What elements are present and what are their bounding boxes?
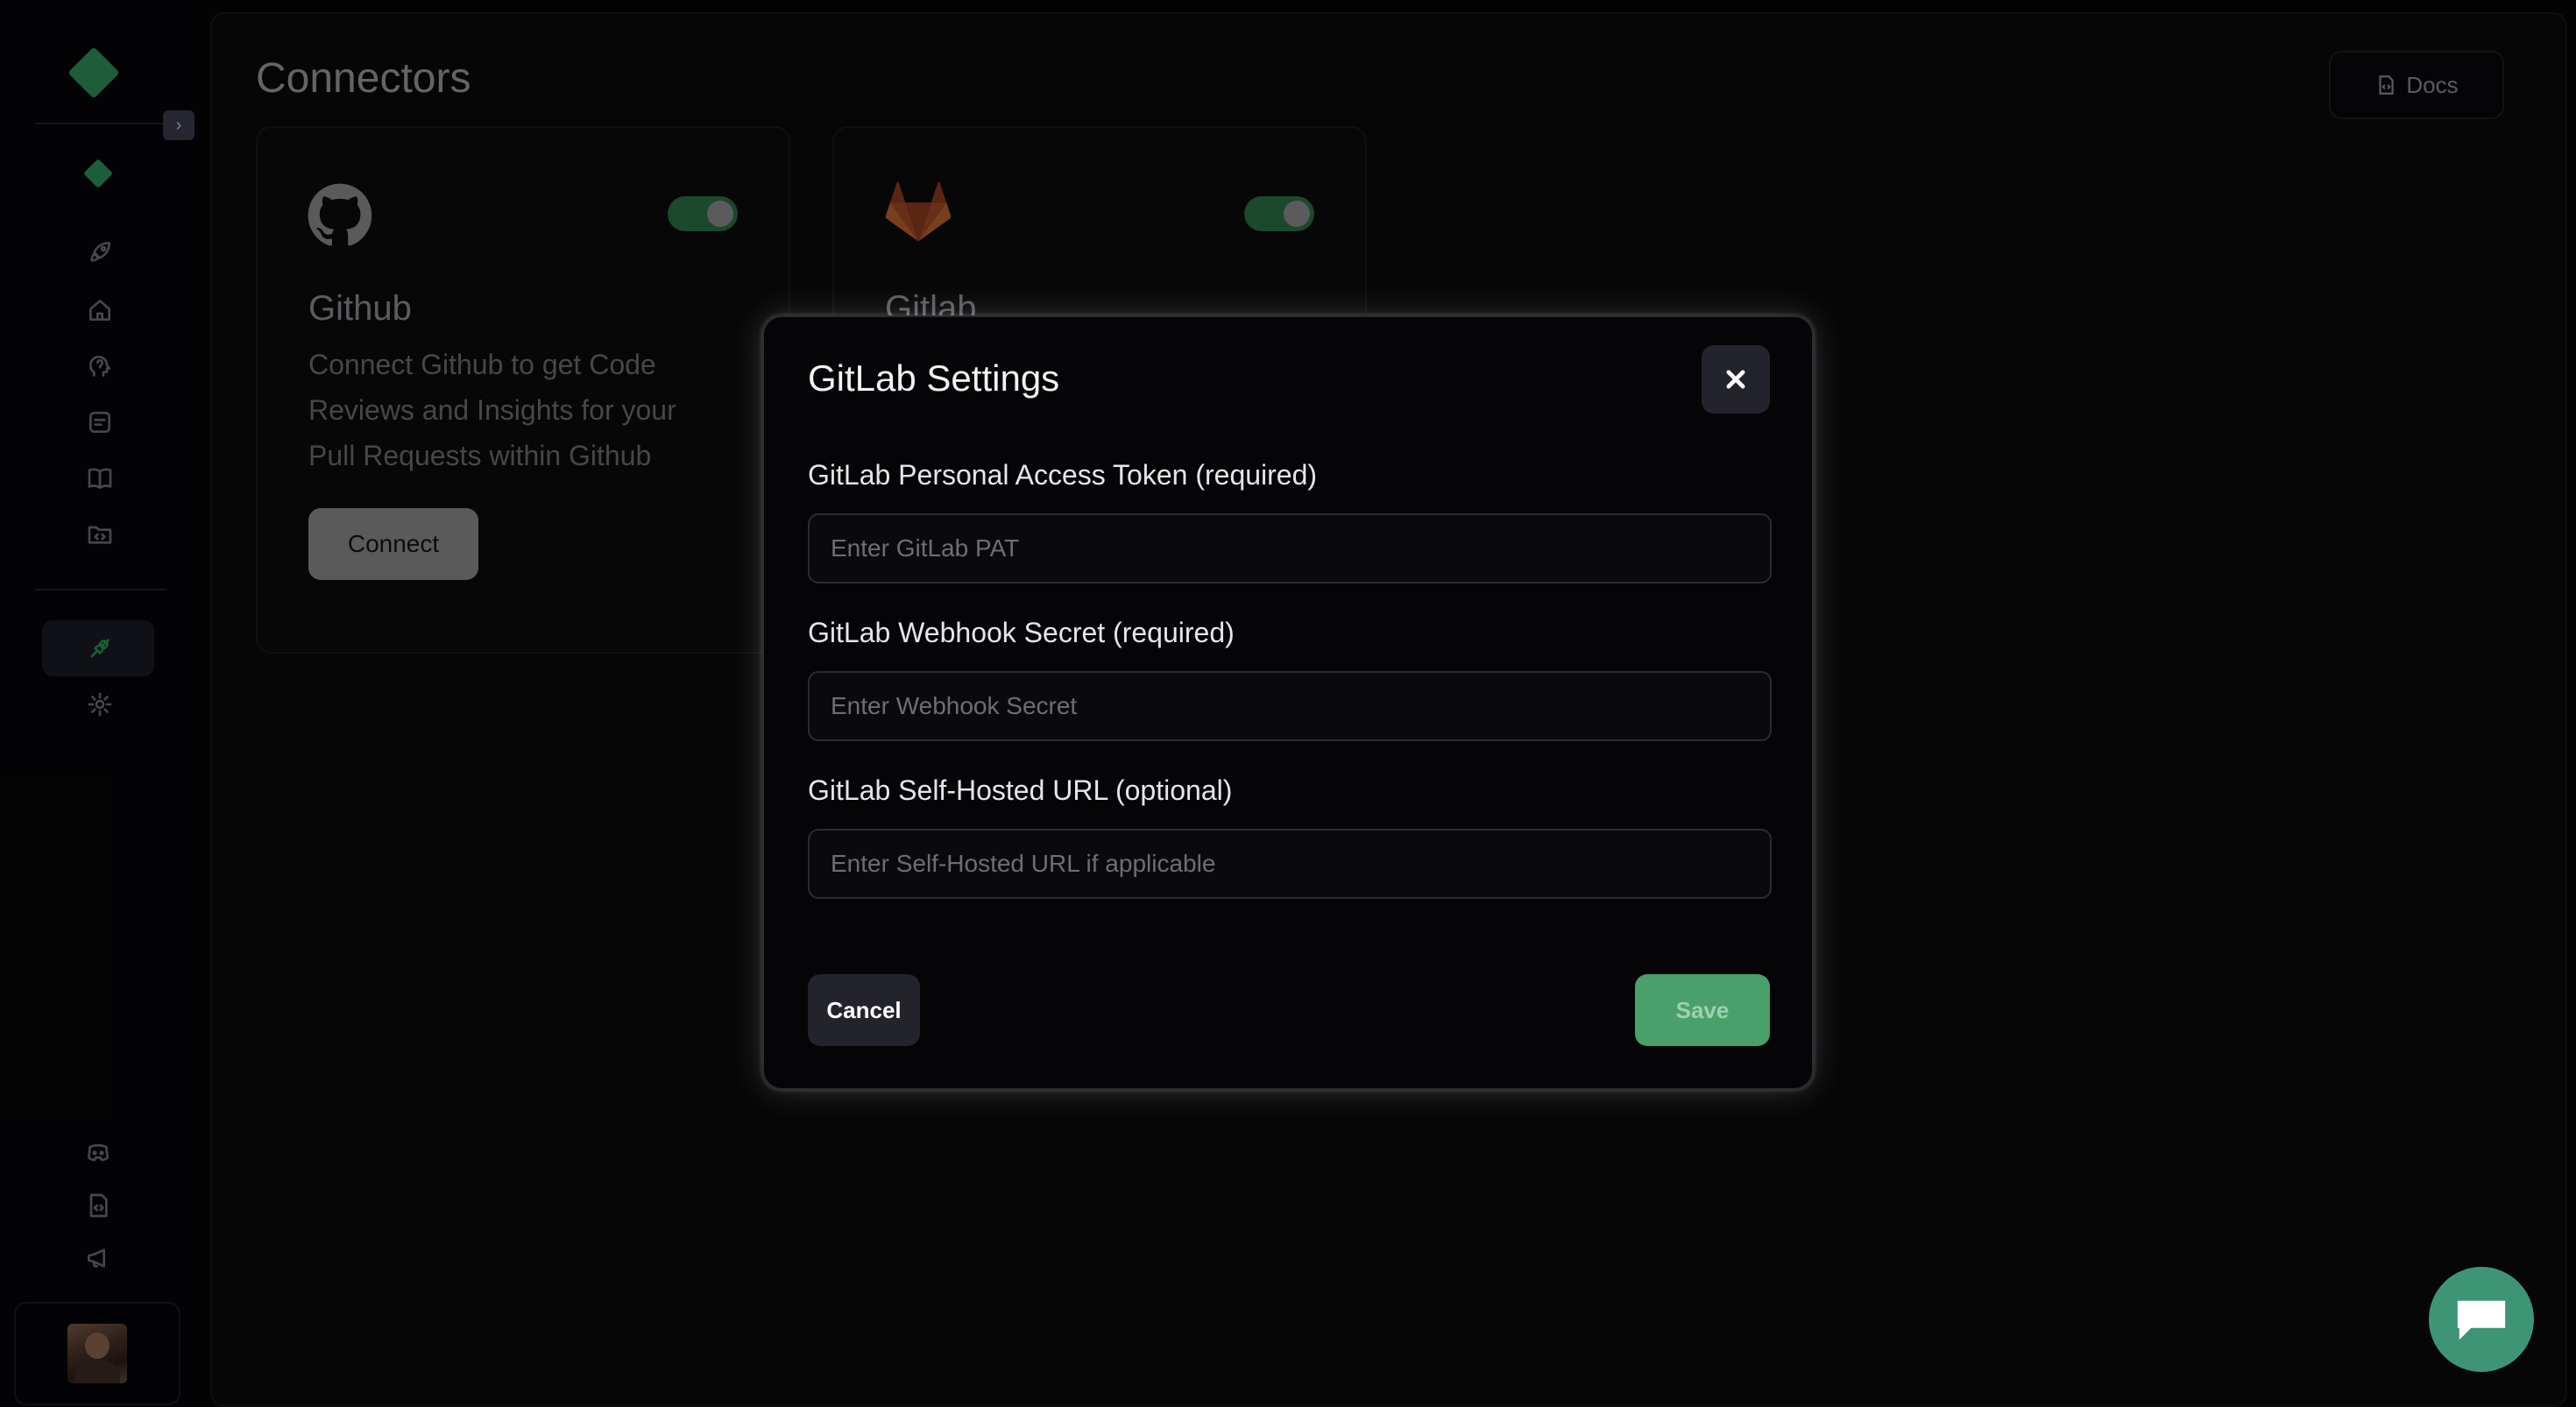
close-icon	[1726, 370, 1745, 389]
self-hosted-url-input[interactable]	[808, 829, 1772, 899]
webhook-secret-input[interactable]	[808, 671, 1772, 741]
chat-support-button[interactable]	[2429, 1267, 2534, 1372]
close-dialog-button[interactable]	[1702, 345, 1770, 414]
cancel-button[interactable]: Cancel	[808, 974, 920, 1046]
pat-label: GitLab Personal Access Token (required)	[808, 459, 1318, 491]
dialog-title: GitLab Settings	[808, 357, 1060, 399]
webhook-secret-label: GitLab Webhook Secret (required)	[808, 617, 1235, 648]
self-hosted-url-label: GitLab Self-Hosted URL (optional)	[808, 774, 1233, 806]
app-root: › Connectors Docs Github Connect Github …	[0, 0, 2576, 1407]
chat-icon	[2457, 1300, 2506, 1340]
pat-input[interactable]	[808, 513, 1772, 583]
gitlab-settings-dialog: GitLab Settings GitLab Personal Access T…	[762, 315, 1814, 1090]
save-button[interactable]: Save	[1635, 974, 1770, 1046]
